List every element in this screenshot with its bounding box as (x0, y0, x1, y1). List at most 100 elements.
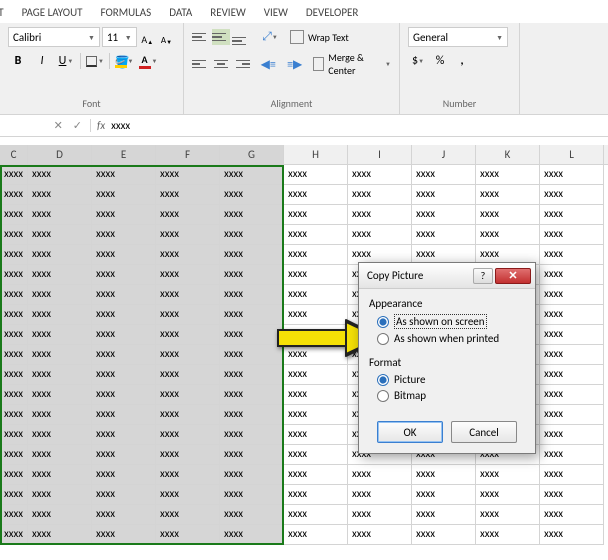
tab-insert[interactable]: SERT (0, 6, 4, 19)
accounting-format-button[interactable]: $▼ (408, 51, 428, 71)
cell[interactable]: xxxx (412, 225, 476, 245)
bold-button[interactable]: B (8, 51, 28, 71)
cell[interactable]: xxxx (220, 245, 284, 265)
cell[interactable]: xxxx (284, 245, 348, 265)
cell[interactable]: xxxx (220, 305, 284, 325)
cell[interactable]: xxxx (284, 425, 348, 445)
cell[interactable]: xxxx (156, 465, 220, 485)
cell[interactable]: xxxx (28, 305, 92, 325)
orientation-button[interactable]: ⤢▼ (260, 27, 280, 47)
cell[interactable]: xxxx (284, 325, 348, 345)
tab-developer[interactable]: DEVELOPER (306, 6, 358, 19)
help-button[interactable]: ? (473, 268, 493, 284)
formula-input[interactable]: xxxx (105, 119, 608, 132)
cell[interactable]: xxxx (540, 165, 604, 185)
enter-icon[interactable]: ✓ (73, 119, 82, 132)
cell[interactable]: xxxx (540, 205, 604, 225)
cell[interactable]: xxxx (220, 485, 284, 505)
radio-bitmap[interactable]: Bitmap (377, 389, 525, 402)
cell[interactable]: xxxx (28, 365, 92, 385)
cell[interactable]: xxxx (0, 385, 28, 405)
cell[interactable]: xxxx (284, 485, 348, 505)
cell[interactable]: xxxx (0, 525, 28, 545)
col-header[interactable]: G (220, 145, 284, 164)
cell[interactable]: xxxx (220, 185, 284, 205)
cancel-button[interactable]: Cancel (451, 421, 517, 443)
cell[interactable]: xxxx (284, 185, 348, 205)
font-color-button[interactable]: A▼ (138, 51, 158, 71)
cell[interactable]: xxxx (540, 285, 604, 305)
col-header[interactable]: I (348, 145, 412, 164)
cell[interactable]: xxxx (412, 505, 476, 525)
cell[interactable]: xxxx (540, 445, 604, 465)
tab-review[interactable]: REVIEW (210, 6, 246, 19)
cell[interactable]: xxxx (28, 325, 92, 345)
cell[interactable]: xxxx (0, 225, 28, 245)
decrease-indent-button[interactable]: ◀≡ (260, 54, 276, 74)
cell[interactable]: xxxx (156, 205, 220, 225)
cell[interactable]: xxxx (540, 225, 604, 245)
cell[interactable]: xxxx (0, 185, 28, 205)
col-header[interactable]: C (0, 145, 28, 164)
cell[interactable]: xxxx (0, 485, 28, 505)
font-size-select[interactable]: 11▼ (102, 27, 137, 47)
italic-button[interactable]: I (32, 51, 52, 71)
cell[interactable]: xxxx (220, 345, 284, 365)
col-header[interactable]: L (540, 145, 604, 164)
cell[interactable]: xxxx (28, 245, 92, 265)
increase-indent-button[interactable]: ≡▶ (286, 54, 302, 74)
borders-button[interactable]: ▼ (85, 51, 105, 71)
cell[interactable]: xxxx (540, 345, 604, 365)
cell[interactable]: xxxx (156, 385, 220, 405)
fill-color-button[interactable]: 🪣▼ (114, 51, 134, 71)
cell[interactable]: xxxx (0, 505, 28, 525)
align-middle-button[interactable] (212, 29, 230, 45)
percent-format-button[interactable]: % (430, 51, 450, 71)
tab-view[interactable]: VIEW (264, 6, 288, 19)
cell[interactable]: xxxx (220, 385, 284, 405)
cell[interactable]: xxxx (92, 445, 156, 465)
cell[interactable]: xxxx (92, 525, 156, 545)
cell[interactable]: xxxx (540, 385, 604, 405)
cell[interactable]: xxxx (0, 205, 28, 225)
cell[interactable]: xxxx (92, 505, 156, 525)
cell[interactable]: xxxx (412, 205, 476, 225)
cell[interactable]: xxxx (220, 265, 284, 285)
radio-picture[interactable]: Picture (377, 373, 525, 386)
cell[interactable]: xxxx (92, 225, 156, 245)
number-format-select[interactable]: General▼ (408, 27, 508, 47)
cell[interactable]: xxxx (220, 525, 284, 545)
cell[interactable]: xxxx (28, 285, 92, 305)
cell[interactable]: xxxx (220, 325, 284, 345)
cell[interactable]: xxxx (0, 245, 28, 265)
cell[interactable]: xxxx (92, 465, 156, 485)
cell[interactable]: xxxx (284, 385, 348, 405)
align-center-button[interactable] (212, 56, 230, 72)
cell[interactable]: xxxx (92, 405, 156, 425)
cell[interactable]: xxxx (476, 485, 540, 505)
cell[interactable]: xxxx (220, 205, 284, 225)
cell[interactable]: xxxx (412, 185, 476, 205)
cell[interactable]: xxxx (476, 525, 540, 545)
cell[interactable]: xxxx (0, 425, 28, 445)
close-button[interactable]: ✕ (495, 268, 531, 284)
cell[interactable]: xxxx (220, 425, 284, 445)
cell[interactable]: xxxx (156, 185, 220, 205)
cell[interactable]: xxxx (284, 205, 348, 225)
cell[interactable]: xxxx (540, 305, 604, 325)
cell[interactable]: xxxx (156, 505, 220, 525)
cell[interactable]: xxxx (0, 165, 28, 185)
fx-button[interactable]: fx (90, 119, 105, 132)
cell[interactable]: xxxx (156, 485, 220, 505)
cell[interactable]: xxxx (220, 505, 284, 525)
cell[interactable]: xxxx (540, 525, 604, 545)
cell[interactable]: xxxx (28, 165, 92, 185)
col-header[interactable]: D (28, 145, 92, 164)
tab-data[interactable]: DATA (169, 6, 192, 19)
cell[interactable]: xxxx (92, 425, 156, 445)
cell[interactable]: xxxx (220, 365, 284, 385)
cell[interactable]: xxxx (540, 185, 604, 205)
cell[interactable]: xxxx (0, 405, 28, 425)
cell[interactable]: xxxx (28, 465, 92, 485)
cell[interactable]: xxxx (348, 485, 412, 505)
